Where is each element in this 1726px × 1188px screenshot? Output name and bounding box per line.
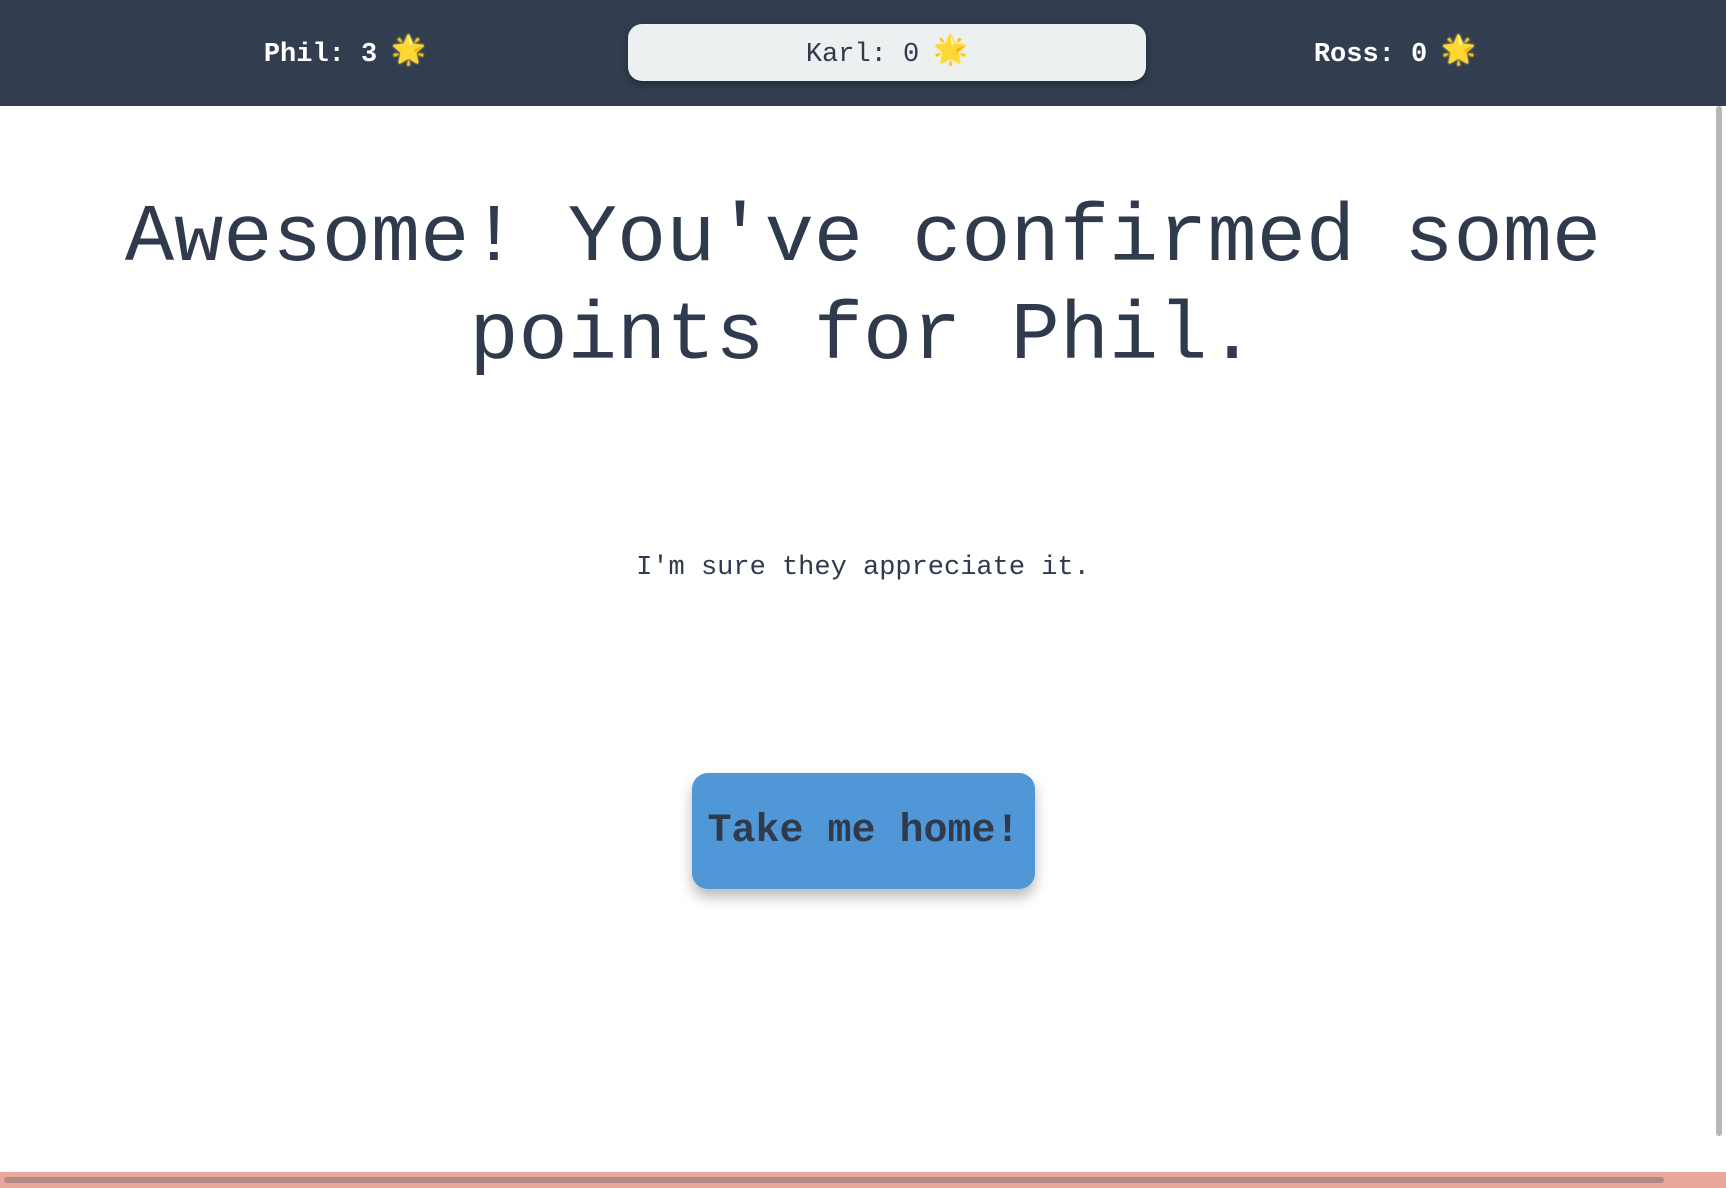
- page: Phil: 3 🌟 Karl: 0 🌟 Ross: 0 🌟 Awesome! You'…: [0, 0, 1726, 1188]
- page-title: Awesome! You've confirmed some points fo…: [124, 192, 1602, 383]
- vertical-scrollbar[interactable]: [1712, 106, 1726, 1172]
- score-karl[interactable]: Karl: 0 🌟: [628, 24, 1146, 81]
- scoreboard-bar: Phil: 3 🌟 Karl: 0 🌟 Ross: 0 🌟: [0, 0, 1726, 106]
- take-me-home-button[interactable]: Take me home!: [692, 773, 1035, 889]
- star-icon: 🌟: [933, 37, 969, 68]
- star-icon: 🌟: [391, 37, 427, 68]
- score-label: Phil: 3: [263, 40, 378, 70]
- subtitle-text: I'm sure they appreciate it.: [636, 553, 1090, 583]
- score-label: Karl: 0: [805, 40, 920, 70]
- score-ross[interactable]: Ross: 0 🌟: [1240, 24, 1550, 81]
- horizontal-scrollbar-thumb[interactable]: [4, 1177, 1664, 1183]
- score-phil[interactable]: Phil: 3 🌟: [190, 24, 500, 81]
- vertical-scrollbar-thumb[interactable]: [1716, 106, 1722, 1136]
- score-label: Ross: 0: [1313, 40, 1428, 70]
- horizontal-scrollbar[interactable]: [0, 1172, 1726, 1188]
- star-icon: 🌟: [1441, 37, 1477, 68]
